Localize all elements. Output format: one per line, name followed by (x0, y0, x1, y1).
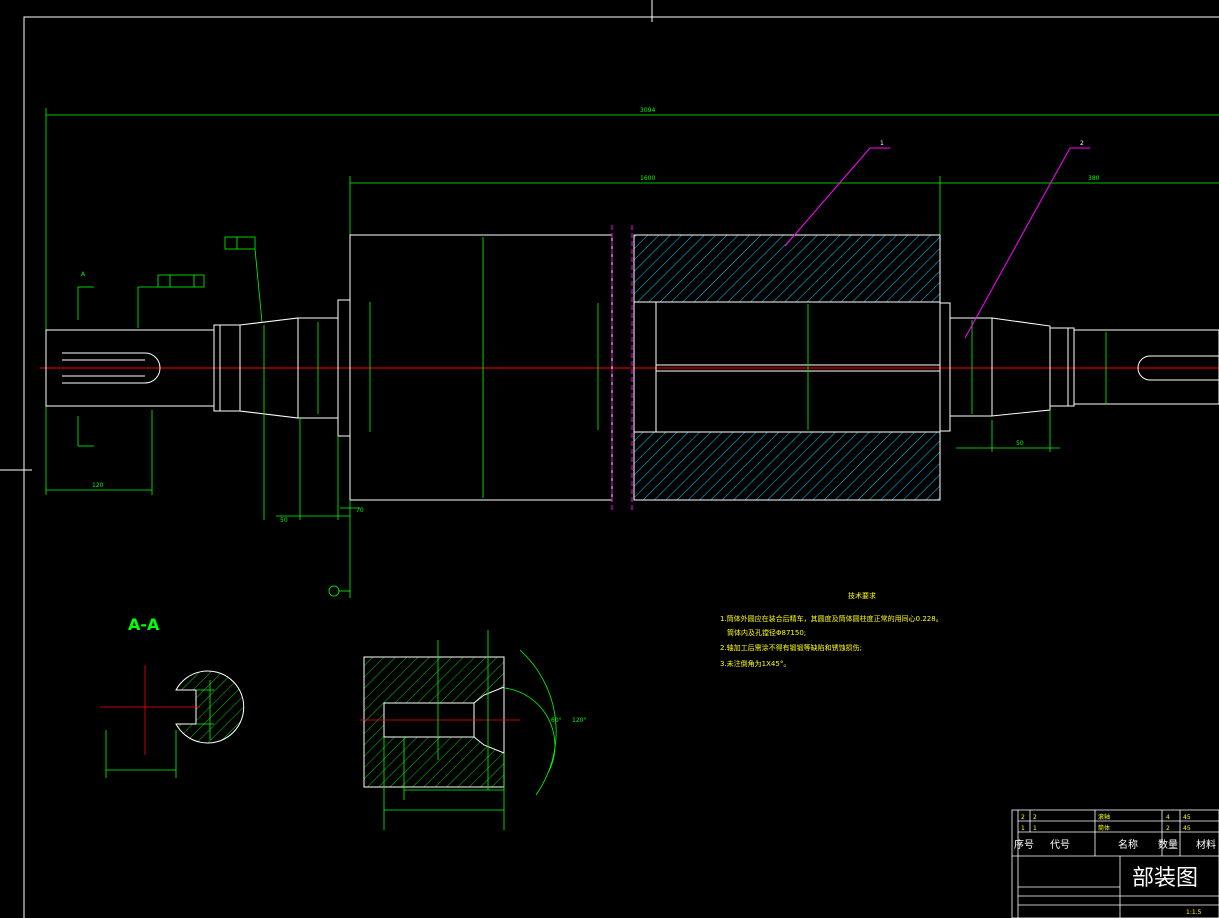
roller-length-dim: 1600 (640, 175, 655, 182)
left-key-length-dim: 120 (92, 482, 104, 489)
tb-row1-code: 1 (1033, 825, 1037, 832)
tb-hdr-name: 名称 (1118, 838, 1138, 851)
tb-row1-qty: 2 (1166, 825, 1170, 832)
angle-outer: 120° (572, 717, 586, 724)
inner-dimensions (46, 237, 1107, 598)
tb-row2-qty: 4 (1166, 814, 1170, 821)
tech-note-1b: 筒体内及孔镗径Φ87150; (727, 628, 806, 637)
tb-hdr-code: 代号 (1050, 839, 1070, 851)
tb-scale: 1:1.5 (1186, 909, 1202, 916)
drawing-frame (0, 0, 1219, 918)
right-segment-1-dim: 50 (1016, 440, 1024, 447)
left-bottom-dim-1: 50 (280, 517, 288, 524)
tb-hdr-seq: 序号 (1014, 838, 1034, 851)
tb-row2-seq: 2 (1021, 814, 1025, 821)
angle-inner: 60° (551, 717, 562, 724)
tb-hdr-material: 材料 (1196, 838, 1216, 851)
tb-row1-name: 筒体 (1098, 824, 1110, 832)
tb-row2-code: 2 (1033, 814, 1037, 821)
tb-row2-material: 45 (1183, 814, 1191, 821)
section-aa-view (100, 665, 245, 778)
tb-row1-seq: 1 (1021, 825, 1025, 832)
overall-length-dim: 3094 (640, 107, 655, 114)
center-hole-detail (360, 630, 557, 830)
right-shaft (939, 302, 1219, 432)
part-1-callout: 1 (880, 140, 884, 147)
drawing-title: 部装图 (1132, 866, 1198, 891)
tb-row1-material: 45 (1183, 825, 1191, 832)
tb-hdr-qty: 数量 (1158, 838, 1178, 851)
right-shaft-length-dim: 380 (1088, 175, 1100, 182)
tech-note-2: 2.轴加工后需涂不得有锻锻等缺陷和锈蚀损伤; (720, 643, 862, 652)
tolerance-frames (77, 236, 350, 597)
technical-notes: 技术要求 1.筒体外圆应在装合后精车，其圆度及筒体圆柱度正常的用同心0.228。… (720, 591, 943, 668)
section-cut-mark-top: A (81, 271, 86, 278)
section-label: A-A (128, 615, 160, 634)
cad-drawing-canvas: 3094 1600 380 120 50 50 70 A 1 2 A-A 60°… (0, 0, 1219, 918)
left-bottom-dim-2: 70 (356, 507, 364, 514)
tech-note-1: 1.筒体外圆应在装合后精车，其圆度及筒体圆柱度正常的用同心0.228。 (720, 614, 943, 623)
part-2-callout: 2 (1080, 140, 1084, 147)
tech-notes-heading: 技术要求 (848, 591, 876, 600)
tb-row2-name: 滚轴 (1098, 813, 1110, 821)
tech-note-3: 3.未注倒角为1X45°。 (720, 659, 790, 668)
